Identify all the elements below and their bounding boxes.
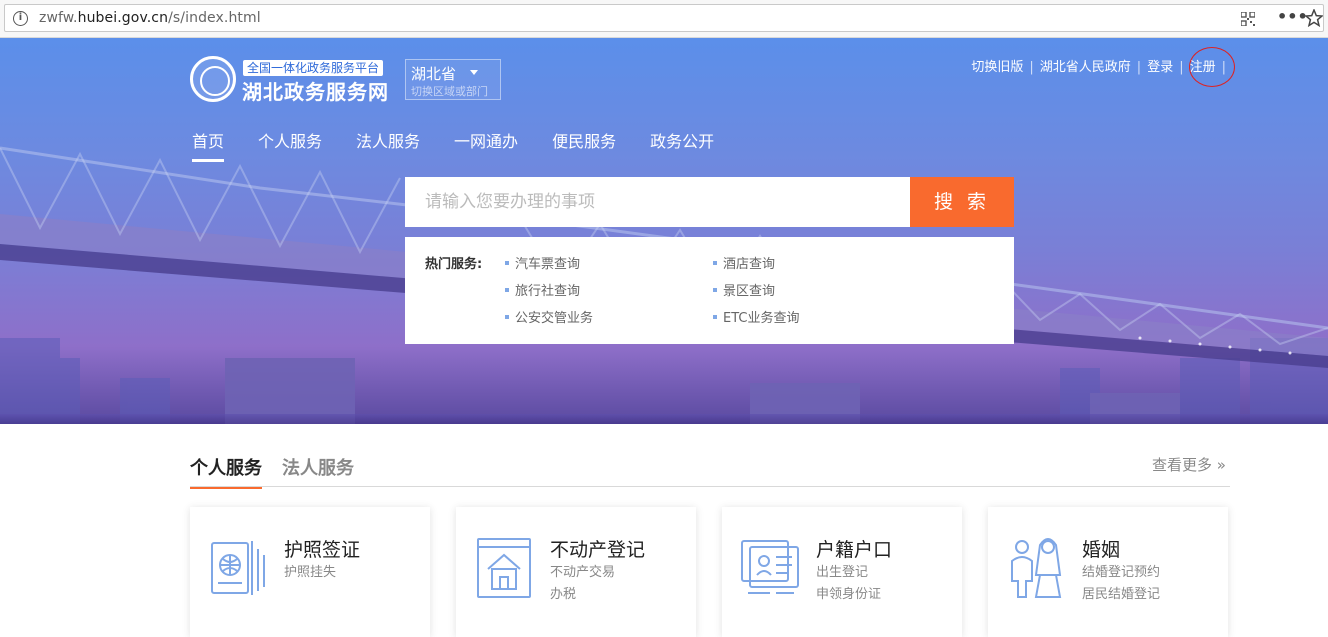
caret-down-icon	[470, 70, 478, 75]
url-domain: hubei.gov.cn	[77, 10, 169, 26]
marriage-icon	[1011, 538, 1062, 598]
card-title: 护照签证	[284, 539, 361, 561]
hot-service-item[interactable]: 公安交管业务	[505, 307, 593, 326]
nav-government-affairs[interactable]: 政务公开	[650, 128, 714, 160]
card-title: 户籍户口	[816, 539, 893, 561]
hot-service-item[interactable]: 景区查询	[713, 280, 775, 299]
url-prefix: zwfw.	[39, 10, 78, 26]
tab-personal-service[interactable]: 个人服务	[190, 454, 262, 489]
service-card-passport[interactable]: 护照签证 护照挂失	[190, 507, 430, 637]
bookmark-star-icon[interactable]	[1305, 9, 1323, 27]
hot-services-label: 热门服务:	[425, 257, 483, 272]
more-options-icon[interactable]: •••	[1277, 7, 1308, 26]
service-card-marriage[interactable]: 婚姻 结婚登记预约 居民结婚登记	[988, 507, 1228, 637]
nav-one-stop[interactable]: 一网通办	[454, 128, 518, 160]
card-subitem[interactable]: 不动产交易	[550, 561, 615, 580]
region-selector[interactable]: 湖北省 切换区域或部门	[405, 59, 501, 100]
url-path: /s/index.html	[168, 10, 261, 26]
nav-personal-service[interactable]: 个人服务	[258, 128, 322, 160]
household-register-icon	[741, 540, 799, 594]
platform-tag: 全国一体化政务服务平台	[243, 60, 384, 76]
site-title[interactable]: 湖北政务服务网	[242, 76, 389, 105]
hot-service-item[interactable]: 汽车票查询	[505, 253, 580, 272]
service-card-household[interactable]: 户籍户口 出生登记 申领身份证	[722, 507, 962, 637]
hot-service-item[interactable]: 酒店查询	[713, 253, 775, 272]
tab-legal-person-service[interactable]: 法人服务	[282, 454, 354, 486]
card-subitem[interactable]: 护照挂失	[284, 561, 336, 580]
hero-banner: 全国一体化政务服务平台 湖北政务服务网 湖北省 切换区域或部门 切换旧版 | 湖北省…	[0, 38, 1328, 424]
nav-legal-person-service[interactable]: 法人服务	[356, 128, 420, 160]
browser-address-bar: i zwfw.hubei.gov.cn/s/index.html •••	[0, 0, 1328, 38]
main-nav: 首页 个人服务 法人服务 一网通办 便民服务 政务公开	[192, 128, 748, 162]
hubei-emblem-logo[interactable]	[190, 56, 236, 102]
url-text[interactable]: zwfw.hubei.gov.cn/s/index.html	[39, 10, 261, 26]
hot-services-panel: 热门服务: 汽车票查询 酒店查询 旅行社查询 景区查询 公安交管业务 ETC业务…	[405, 237, 1014, 344]
hubei-government-link[interactable]: 湖北省人民政府	[1040, 60, 1131, 75]
card-subitem[interactable]: 居民结婚登记	[1082, 583, 1160, 602]
login-link[interactable]: 登录	[1147, 60, 1173, 75]
nav-convenience-service[interactable]: 便民服务	[552, 128, 616, 160]
card-subitem[interactable]: 申领身份证	[816, 583, 881, 602]
region-switch-hint: 切换区域或部门	[411, 85, 488, 98]
card-title: 不动产登记	[550, 539, 646, 561]
search-button[interactable]: 搜 索	[910, 177, 1014, 227]
view-more-link[interactable]: 查看更多 »	[1152, 454, 1226, 475]
service-card-real-estate[interactable]: 不动产登记 不动产交易 办税	[456, 507, 696, 637]
card-subitem[interactable]: 办税	[550, 583, 576, 602]
hot-service-item[interactable]: ETC业务查询	[713, 307, 799, 326]
register-highlight-circle	[1189, 47, 1235, 87]
card-subitem[interactable]: 结婚登记预约	[1082, 561, 1160, 580]
nav-home[interactable]: 首页	[192, 128, 225, 162]
card-title: 婚姻	[1082, 539, 1121, 561]
switch-old-version-link[interactable]: 切换旧版	[971, 60, 1023, 75]
hot-service-item[interactable]: 旅行社查询	[505, 280, 580, 299]
qr-code-icon[interactable]	[1241, 12, 1255, 26]
info-icon[interactable]: i	[13, 11, 28, 26]
tab-divider	[190, 486, 1230, 487]
search-input[interactable]: 请输入您要办理的事项	[405, 177, 910, 227]
url-box[interactable]: i zwfw.hubei.gov.cn/s/index.html •••	[4, 4, 1324, 32]
house-icon	[477, 538, 531, 598]
service-tabs: 个人服务 法人服务	[190, 454, 374, 489]
card-subitem[interactable]: 出生登记	[816, 561, 868, 580]
region-name: 湖北省	[411, 65, 457, 83]
passport-icon	[211, 541, 265, 595]
